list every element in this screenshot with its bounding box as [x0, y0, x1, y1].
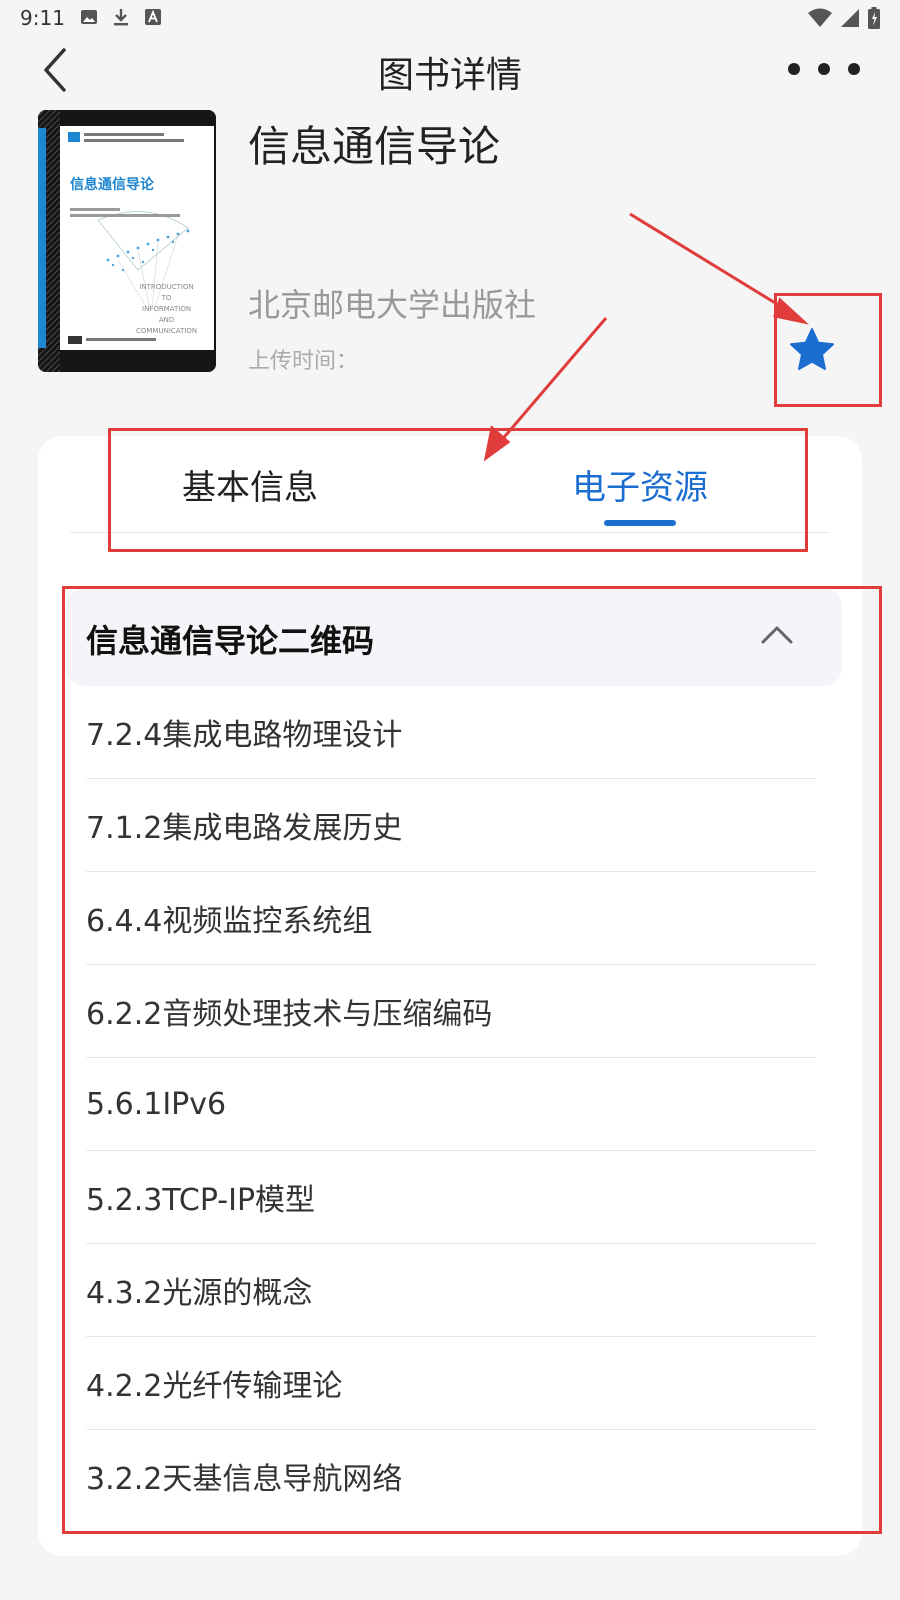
- status-time: 9:11: [20, 6, 65, 30]
- cover-subtitle: INTRODUCTION TO INFORMATION AND COMMUNIC…: [136, 282, 197, 337]
- more-icon: [788, 63, 800, 75]
- resource-item[interactable]: 5.6.1IPv6: [86, 1058, 816, 1151]
- cover-subtitle-line: TO: [161, 294, 172, 302]
- download-icon: [114, 9, 128, 26]
- resource-item[interactable]: 7.1.2集成电路发展历史: [86, 779, 816, 872]
- resource-section-title: 信息通信导论二维码: [86, 622, 375, 660]
- page-title: 图书详情: [377, 55, 522, 96]
- image-icon: [81, 10, 97, 24]
- resource-list: 7.2.4集成电路物理设计 7.1.2集成电路发展历史 6.4.4视频监控系统组…: [86, 686, 816, 1522]
- tab-basic-info[interactable]: 基本信息: [100, 460, 400, 509]
- font-icon: [145, 9, 161, 25]
- resource-item[interactable]: 4.3.2光源的概念: [86, 1244, 816, 1337]
- upload-time-label: 上传时间：: [248, 349, 359, 374]
- cover-subtitle-line: AND: [158, 316, 175, 324]
- battery-icon: [868, 7, 880, 29]
- cover-subtitle-line: INFORMATION: [142, 305, 192, 313]
- signal-icon: [841, 9, 859, 27]
- resource-item[interactable]: 6.4.4视频监控系统组: [86, 872, 816, 965]
- navbar: 图书详情: [0, 36, 900, 106]
- content-card: 基本信息 电子资源 信息通信导论二维码 7.2.4集成电路物理设计 7.1.2集…: [38, 436, 862, 1556]
- star-icon: [790, 328, 834, 370]
- resource-item[interactable]: 6.2.2音频处理技术与压缩编码: [86, 965, 816, 1058]
- resource-section-header[interactable]: 信息通信导论二维码: [66, 588, 842, 686]
- resource-item[interactable]: 7.2.4集成电路物理设计: [86, 686, 816, 779]
- active-tab-indicator: [604, 520, 676, 526]
- favorite-button[interactable]: [788, 326, 836, 374]
- resource-item[interactable]: 5.2.3TCP-IP模型: [86, 1151, 816, 1244]
- book-title: 信息通信导论: [248, 122, 501, 171]
- publisher: 北京邮电大学出版社: [248, 286, 537, 324]
- resource-item[interactable]: 4.2.2光纤传输理论: [86, 1337, 816, 1430]
- book-detail-page: 9:11 图书详情 信息通信导论 INTRODUCTION TO INFORMA…: [0, 0, 900, 1600]
- cover-subtitle-line: COMMUNICATION: [136, 327, 198, 335]
- more-icon-dot: [818, 63, 830, 75]
- cover-subtitle-line: INTRODUCTION: [139, 283, 194, 291]
- more-button[interactable]: [788, 54, 860, 84]
- tab-bar: 基本信息 电子资源: [70, 436, 830, 533]
- cover-title: 信息通信导论: [70, 177, 154, 193]
- chevron-up-icon: [761, 626, 793, 644]
- status-icons-left: [80, 8, 162, 26]
- wifi-icon: [808, 8, 832, 27]
- status-bar: 9:11: [0, 0, 900, 36]
- more-icon-dot: [848, 63, 860, 75]
- status-icons-right: [808, 7, 880, 29]
- tab-e-resources[interactable]: 电子资源: [490, 460, 790, 509]
- resource-item[interactable]: 3.2.2天基信息导航网络: [86, 1430, 816, 1522]
- book-cover[interactable]: 信息通信导论 INTRODUCTION TO INFORMATION AND C…: [38, 110, 216, 372]
